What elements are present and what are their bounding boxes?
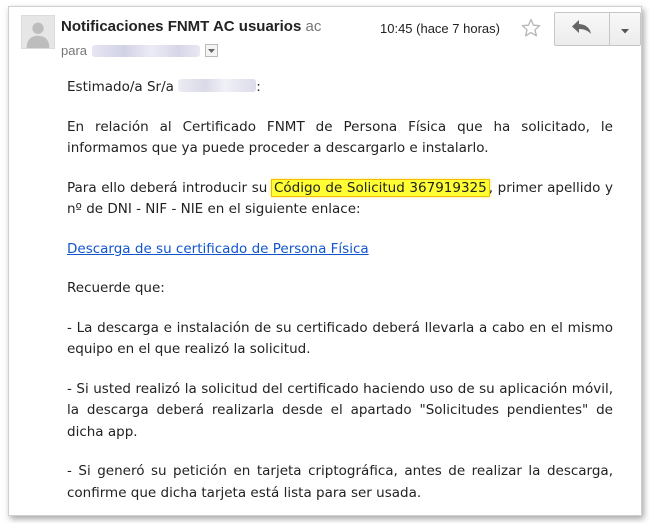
list-item: - Si usted realizó la solicitud del cert…: [67, 380, 613, 440]
reply-button[interactable]: [554, 12, 610, 46]
greeting: Estimado/a Sr/a :: [67, 77, 613, 99]
dropdown-caret-icon: [620, 20, 630, 39]
message-timestamp: 10:45 (hace 7 horas): [380, 21, 500, 36]
to-prefix: para: [61, 43, 88, 58]
recuerde-heading: Recuerde que:: [67, 280, 165, 296]
sender-name[interactable]: Notificaciones FNMT AC usuarios: [61, 18, 301, 35]
recipient-name-redacted: [178, 79, 257, 92]
more-actions-button[interactable]: [610, 12, 641, 46]
email-body: Estimado/a Sr/a : En relación al Certifi…: [67, 77, 613, 515]
sender-line: Notificaciones FNMT AC usuarios ac: [61, 18, 321, 35]
email-header: Notificaciones FNMT AC usuarios ac para …: [9, 7, 641, 67]
show-details-caret-icon[interactable]: [205, 44, 219, 57]
person-icon: [21, 15, 55, 49]
list-item: - Si generó su petición en tarjeta cript…: [67, 463, 613, 501]
paragraph-intro: En relación al Certificado FNMT de Perso…: [67, 118, 613, 157]
greeting-suffix: :: [256, 79, 261, 95]
download-certificate-link[interactable]: Descarga de su certificado de Persona Fí…: [67, 241, 369, 257]
sender-email-fragment: ac: [305, 18, 322, 35]
greeting-prefix: Estimado/a Sr/a: [67, 79, 174, 95]
star-outline-icon[interactable]: [521, 18, 541, 38]
reply-arrow-icon: [571, 19, 593, 39]
paragraph-instructions: Para ello deberá introducir su Código de…: [67, 178, 613, 221]
download-link-paragraph: Descarga de su certificado de Persona Fí…: [67, 239, 613, 261]
recipient-redacted: [92, 44, 201, 57]
email-message-panel: Notificaciones FNMT AC usuarios ac para …: [8, 6, 642, 516]
instructions-before: Para ello deberá introducir su: [67, 179, 268, 196]
recipient-line: para: [61, 43, 219, 58]
list-item: - La descarga e instalación de su certif…: [67, 319, 613, 358]
request-code-highlight: Código de Solicitud 367919325: [270, 178, 490, 197]
